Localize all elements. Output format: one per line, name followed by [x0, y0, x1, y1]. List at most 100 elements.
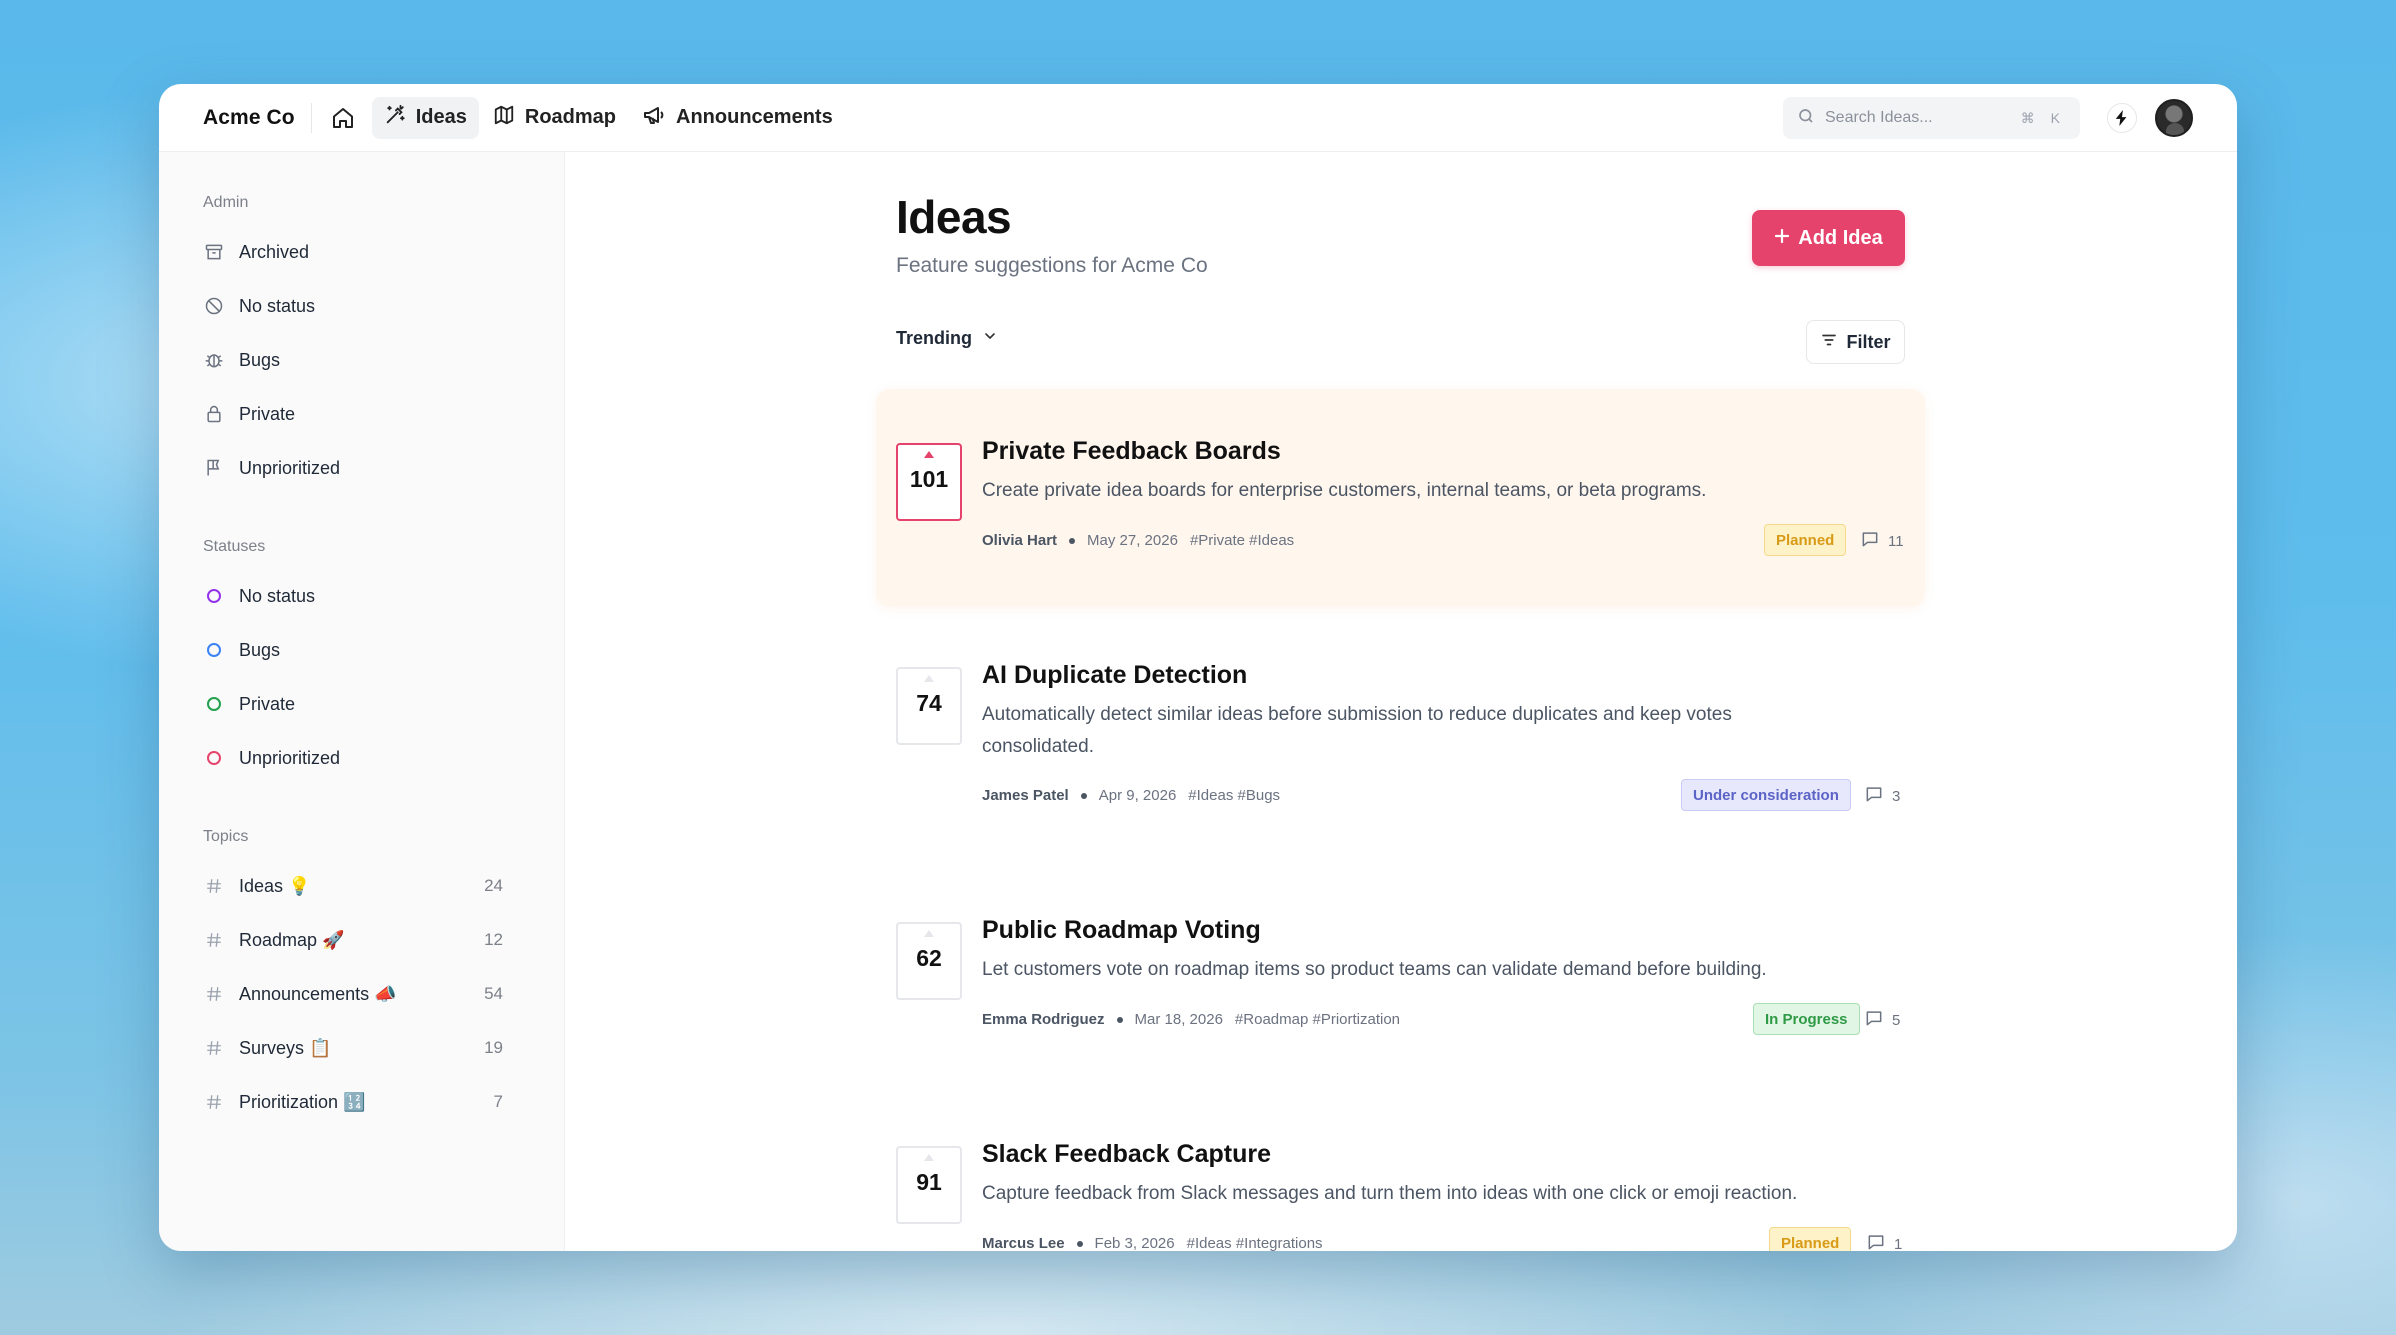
idea-card[interactable]: 91 Slack Feedback Capture Capture feedba…: [876, 1092, 1925, 1251]
avatar[interactable]: [2155, 99, 2193, 137]
idea-card[interactable]: 101 Private Feedback Boards Create priva…: [876, 389, 1925, 607]
sidebar-topic-surveys[interactable]: Surveys 📋 19: [203, 1030, 503, 1066]
sidebar-item-bugs[interactable]: Bugs: [203, 342, 503, 378]
idea-date: Mar 18, 2026: [1134, 1011, 1223, 1028]
sidebar-topic-roadmap[interactable]: Roadmap 🚀 12: [203, 922, 503, 958]
archive-icon: [203, 241, 225, 263]
sidebar-status-unprioritized[interactable]: Unprioritized: [203, 740, 503, 776]
topic-count: 54: [484, 984, 503, 1003]
filter-button[interactable]: Filter: [1806, 320, 1905, 364]
search-box[interactable]: ⌘ K: [1783, 97, 2080, 139]
plus-icon: [1774, 227, 1790, 250]
filter-icon: [1820, 331, 1838, 354]
hash-icon: [203, 875, 225, 897]
vote-count: 91: [916, 1169, 942, 1195]
search-input[interactable]: [1825, 109, 2011, 127]
home-icon[interactable]: [326, 101, 360, 135]
idea-title[interactable]: Slack Feedback Capture: [982, 1140, 1271, 1169]
sidebar-item-label: No status: [239, 585, 316, 606]
vote-button[interactable]: 91: [896, 1146, 962, 1224]
status-dot-icon: [203, 639, 225, 661]
comment-count-value: 5: [1892, 1011, 1901, 1029]
comment-count[interactable]: 5: [1864, 1008, 1900, 1032]
sidebar-item-archived[interactable]: Archived: [203, 234, 503, 270]
section-title-topics: Topics: [203, 828, 249, 845]
vote-button[interactable]: 62: [896, 922, 962, 1000]
flag-icon: [203, 457, 225, 479]
idea-description: Create private idea boards for enterpris…: [982, 480, 1707, 501]
upvote-arrow-icon: [924, 930, 934, 937]
sidebar-status-no-status[interactable]: No status: [203, 578, 503, 614]
megaphone-icon: [642, 103, 666, 133]
sidebar-item-label: Roadmap 🚀: [239, 929, 345, 950]
sidebar-item-unprioritized[interactable]: Unprioritized: [203, 450, 503, 486]
comment-icon: [1864, 1008, 1884, 1032]
sort-dropdown[interactable]: Trending: [896, 328, 998, 349]
sidebar-status-bugs[interactable]: Bugs: [203, 632, 503, 668]
vote-button[interactable]: 101: [896, 443, 962, 521]
nav-announcements[interactable]: Announcements: [630, 97, 845, 139]
status-dot-icon: [203, 747, 225, 769]
sidebar-item-label: Unprioritized: [239, 747, 341, 768]
sidebar-topic-prioritization[interactable]: Prioritization 🔢 7: [203, 1084, 503, 1120]
sidebar-topic-ideas[interactable]: Ideas 💡 24: [203, 868, 503, 904]
comment-count[interactable]: 1: [1866, 1232, 1902, 1251]
brand-name[interactable]: Acme Co: [203, 106, 295, 130]
sidebar-item-label: Surveys 📋: [239, 1037, 332, 1058]
hash-icon: [203, 1037, 225, 1059]
comment-icon: [1864, 784, 1884, 808]
comment-count-value: 11: [1888, 532, 1904, 550]
sidebar-topic-announcements[interactable]: Announcements 📣 54: [203, 976, 503, 1012]
upvote-arrow-icon: [924, 675, 934, 682]
nav-ideas[interactable]: Ideas: [371, 96, 479, 139]
idea-description: Let customers vote on roadmap items so p…: [982, 959, 1767, 980]
idea-description: Automatically detect similar ideas befor…: [982, 704, 1732, 757]
vote-button[interactable]: 74: [896, 667, 962, 745]
hash-icon: [203, 983, 225, 1005]
comment-count[interactable]: 11: [1860, 529, 1904, 553]
status-dot-icon: [203, 693, 225, 715]
bolt-icon[interactable]: [2107, 103, 2137, 133]
lock-icon: [203, 403, 225, 425]
comment-icon: [1866, 1232, 1886, 1251]
hash-icon: [203, 929, 225, 951]
comment-count[interactable]: 3: [1864, 784, 1900, 808]
separator-dot: [1080, 792, 1087, 799]
hash-icon: [203, 1091, 225, 1113]
sidebar-item-private[interactable]: Private: [203, 396, 503, 432]
status-badge: Planned: [1769, 1227, 1852, 1251]
filter-label: Filter: [1846, 331, 1891, 352]
sidebar-item-no-status[interactable]: No status: [203, 288, 503, 324]
comment-count-value: 1: [1894, 1235, 1903, 1252]
sidebar-item-label: Bugs: [239, 639, 281, 660]
map-icon: [493, 104, 515, 132]
comment-icon: [1860, 529, 1880, 553]
nav-ideas-label: Ideas: [415, 106, 467, 128]
idea-card[interactable]: 74 AI Duplicate Detection Automatically …: [876, 613, 1925, 863]
separator-dot: [1069, 537, 1076, 544]
idea-title[interactable]: Public Roadmap Voting: [982, 916, 1261, 945]
nav-roadmap[interactable]: Roadmap: [481, 97, 628, 139]
idea-tags: #Roadmap #Priortization: [1234, 1011, 1401, 1028]
idea-title[interactable]: Private Feedback Boards: [982, 437, 1281, 466]
add-idea-button[interactable]: Add Idea: [1752, 210, 1905, 266]
idea-date: Apr 9, 2026: [1098, 787, 1177, 804]
idea-card[interactable]: 62 Public Roadmap Voting Let customers v…: [876, 868, 1925, 1086]
topic-count: 24: [484, 876, 503, 895]
app-window: Acme Co Ideas Roadmap Announcements Sear…: [159, 84, 2237, 1251]
idea-date: Feb 3, 2026: [1094, 1235, 1175, 1251]
idea-title[interactable]: AI Duplicate Detection: [982, 661, 1247, 690]
idea-tags: #Ideas #Integrations: [1186, 1235, 1323, 1251]
status-dot-icon: [203, 585, 225, 607]
idea-meta: Olivia Hart May 27, 2026 #Private #Ideas: [982, 532, 1294, 549]
sort-label: Trending: [896, 328, 972, 348]
separator-dot: [1076, 1240, 1083, 1247]
page-subtitle: Feature suggestions for Acme Co: [896, 254, 1208, 277]
separator-dot: [1116, 1016, 1123, 1023]
sidebar-item-label: Unprioritized: [239, 457, 341, 478]
sidebar-status-private[interactable]: Private: [203, 686, 503, 722]
section-title-admin: Admin: [203, 194, 249, 211]
chevron-down-icon: [982, 328, 998, 349]
top-bar: Acme Co Ideas Roadmap Announcements Sear…: [159, 84, 2237, 152]
upvote-arrow-icon: [924, 451, 934, 458]
